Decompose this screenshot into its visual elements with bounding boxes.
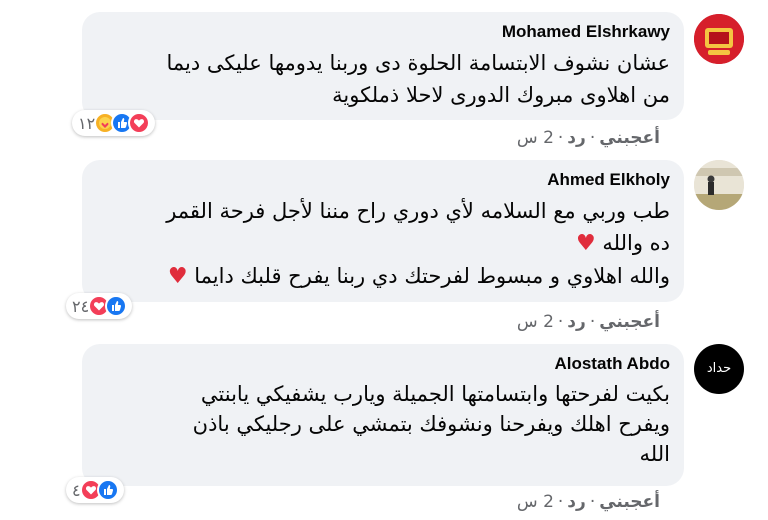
reply-link[interactable]: رد	[567, 128, 586, 148]
avatar-image	[694, 14, 744, 64]
reaction-count: ١٢	[78, 113, 96, 133]
comment-actions: أعجبني·رد·2 س	[516, 312, 660, 332]
comment-text-line: طب وربي مع السلامه لأي دوري راح مننا لأج…	[166, 199, 670, 223]
like-link[interactable]: أعجبني	[599, 128, 660, 148]
like-icon	[105, 295, 128, 317]
like-link[interactable]: أعجبني	[599, 312, 660, 332]
comment-time[interactable]: 2 س	[517, 312, 554, 332]
comment-text-fragment: والله اهلاوي و مبسوط لفرحتك دي ربنا يفرح…	[194, 264, 670, 288]
avatar[interactable]: حداد	[694, 344, 744, 394]
comment-author[interactable]: Ahmed Elkholy	[96, 169, 670, 191]
comment-author[interactable]: Alostath Abdo	[96, 353, 670, 375]
like-icon	[96, 479, 119, 501]
reactions-summary[interactable]: ١٢	[72, 110, 156, 136]
comment-text: طب وربي مع السلامه لأي دوري راح مننا لأج…	[96, 195, 670, 293]
comment-actions: أعجبني·رد·2 س	[516, 128, 660, 148]
reply-link[interactable]: رد	[567, 492, 586, 512]
comment-text-fragment: ده والله	[602, 231, 670, 255]
comment-time[interactable]: 2 س	[517, 492, 554, 512]
comment-time[interactable]: 2 س	[517, 128, 554, 148]
comment-text: عشان نشوف الابتسامة الحلوة دى وربنا يدوم…	[166, 51, 670, 107]
heart-emoji-icon: ♥	[575, 231, 596, 256]
heart-emoji-icon: ♥	[167, 264, 188, 289]
reactions-summary[interactable]: ٤	[66, 477, 124, 503]
comment-bubble: Mohamed Elshrkawy عشان نشوف الابتسامة ال…	[82, 12, 684, 120]
comment-text-line: والله اهلاوي و مبسوط لفرحتك دي ربنا يفرح…	[96, 260, 670, 293]
comment-bubble: Alostath Abdo بكيت لفرحتها وابتسامتها ال…	[82, 344, 684, 486]
comment-text: بكيت لفرحتها وابتسامتها الجميلة ويارب يش…	[192, 382, 670, 466]
reactions-summary[interactable]: ٢٤	[66, 293, 133, 319]
comment-author[interactable]: Mohamed Elshrkawy	[96, 21, 670, 43]
love-icon	[128, 112, 151, 134]
comment-actions: أعجبني·رد·2 س	[516, 492, 660, 512]
comment-bubble: Ahmed Elkholy طب وربي مع السلامه لأي دور…	[82, 160, 684, 302]
avatar-image	[694, 160, 744, 210]
avatar-label: حداد	[706, 361, 732, 376]
avatar[interactable]	[694, 160, 744, 210]
like-link[interactable]: أعجبني	[599, 492, 660, 512]
comment-text-line: ده والله ♥	[96, 227, 670, 260]
reply-link[interactable]: رد	[567, 312, 586, 332]
reaction-count: ٢٤	[72, 296, 90, 316]
avatar[interactable]	[694, 14, 744, 64]
